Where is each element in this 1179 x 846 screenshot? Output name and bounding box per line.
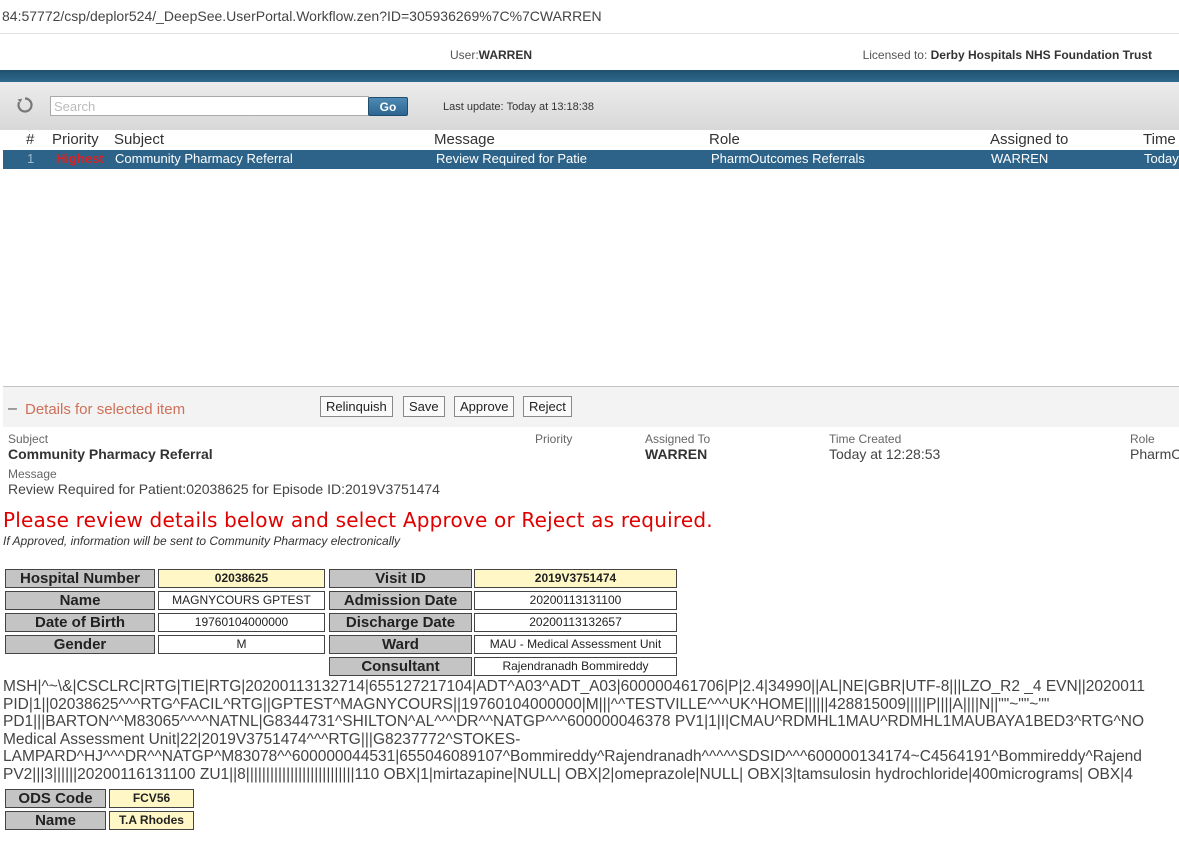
ods-code-value: FCV56 — [109, 789, 194, 808]
worklist-header: # Priority Subject Message Role Assigned… — [0, 130, 1179, 150]
licensed-to: Derby Hospitals NHS Foundation Trust — [930, 48, 1152, 62]
col-assigned-header[interactable]: Assigned to — [990, 131, 1068, 148]
last-update-label: Last update: — [443, 101, 504, 113]
admission-date-label: Admission Date — [329, 591, 472, 610]
row-subject: Community Pharmacy Referral — [115, 151, 293, 166]
hl7-line: LAMPARD^HJ^^^DR^^NATGP^M83078^^600000044… — [3, 748, 1142, 765]
dob-label: Date of Birth — [5, 613, 155, 632]
hospital-number-value: 02038625 — [158, 569, 325, 588]
col-number-header[interactable]: # — [26, 131, 34, 148]
subject-label: Subject — [8, 432, 49, 446]
search-input[interactable] — [50, 96, 369, 116]
row-priority: Highest — [56, 151, 104, 166]
row-message: Review Required for Patie — [436, 151, 588, 166]
hl7-line: PID|1||02038625^^^RTG^FACIL^RTG||GPTEST^… — [3, 695, 1050, 713]
gender-value: M — [158, 635, 325, 654]
priority-label: Priority — [535, 432, 573, 446]
consultant-label: Consultant — [329, 657, 472, 676]
last-update-value: Today at 13:18:38 — [506, 101, 595, 113]
review-instruction: Please review details below and select A… — [3, 508, 713, 532]
save-button[interactable]: Save — [403, 396, 445, 417]
relinquish-button[interactable]: Relinquish — [320, 396, 393, 417]
row-number: 1 — [27, 151, 35, 166]
row-time: Today — [1144, 151, 1179, 166]
worklist-empty-area — [3, 169, 1179, 387]
pharmacy-name-label: Name — [5, 811, 106, 830]
go-button[interactable]: Go — [368, 97, 408, 116]
consultant-value: Rajendranadh Bommireddy — [474, 657, 677, 676]
ward-label: Ward — [329, 635, 472, 654]
admission-date-value: 20200113131100 — [474, 591, 677, 610]
toolbar: Go Last update:Today at 13:18:38 — [0, 82, 1179, 130]
hl7-message-text: MSH|^~\&|CSCLRC|RTG|TIE|RTG|202001131327… — [3, 678, 1179, 783]
assigned-value: WARREN — [645, 446, 708, 462]
hl7-line: MSH|^~\&|CSCLRC|RTG|TIE|RTG|202001131327… — [3, 678, 1145, 695]
approve-button[interactable]: Approve — [454, 396, 515, 417]
hospital-number-label: Hospital Number — [5, 569, 155, 588]
collapse-toggle[interactable]: – — [8, 400, 17, 418]
col-message-header[interactable]: Message — [434, 131, 495, 148]
col-time-header[interactable]: Time — [1143, 131, 1176, 148]
approval-note: If Approved, information will be sent to… — [3, 534, 401, 548]
visit-id-label: Visit ID — [329, 569, 472, 588]
user-label: User: — [450, 48, 479, 62]
address-bar[interactable]: 84:57772/csp/deplor524/_DeepSee.UserPort… — [0, 0, 1179, 34]
hl7-line: Medical Assessment Unit|22|2019V3751474^… — [3, 730, 521, 748]
current-user: User:WARREN — [450, 48, 532, 62]
ods-code-label: ODS Code — [5, 789, 106, 808]
user-bar: User:WARREN Licensed to: Derby Hospitals… — [0, 34, 1179, 70]
hl7-line: PD1|||BARTON^^M83065^^^^NATNL|G8344731^S… — [3, 713, 1145, 730]
pharmacy-name-value: T.A Rhodes — [109, 811, 194, 830]
dob-value: 19760104000000 — [158, 613, 325, 632]
subject-value: Community Pharmacy Referral — [8, 446, 213, 462]
hl7-line: PV2|||3||||||20200116131100 ZU1||8||||||… — [3, 765, 1133, 783]
row-assigned: WARREN — [991, 151, 1049, 166]
details-title: Details for selected item — [25, 401, 186, 418]
col-priority-header[interactable]: Priority — [52, 131, 99, 148]
header-band — [0, 70, 1179, 82]
discharge-date-label: Discharge Date — [329, 613, 472, 632]
reject-button[interactable]: Reject — [523, 396, 572, 417]
discharge-date-value: 20200113132657 — [474, 613, 677, 632]
row-role: PharmOutcomes Referrals — [711, 151, 865, 166]
role-label: Role — [1130, 432, 1155, 446]
visit-id-value: 2019V3751474 — [474, 569, 677, 588]
user-name: WARREN — [478, 48, 533, 62]
time-created-label: Time Created — [829, 432, 902, 446]
table-row[interactable]: 1 Highest Community Pharmacy Referral Re… — [3, 150, 1179, 169]
licensed-label: Licensed to: — [862, 48, 928, 62]
role-value: PharmC — [1130, 446, 1179, 462]
details-header: – Details for selected item Relinquish S… — [3, 387, 1179, 427]
name-label: Name — [5, 591, 155, 610]
gender-label: Gender — [5, 635, 155, 654]
message-value: Review Required for Patient:02038625 for… — [8, 481, 440, 497]
ward-value: MAU - Medical Assessment Unit — [474, 635, 677, 654]
assigned-label: Assigned To — [645, 432, 711, 446]
url-text[interactable]: 84:57772/csp/deplor524/_DeepSee.UserPort… — [2, 8, 602, 24]
message-label: Message — [8, 467, 57, 481]
license-info: Licensed to: Derby Hospitals NHS Foundat… — [863, 48, 1152, 62]
col-subject-header[interactable]: Subject — [114, 131, 164, 148]
last-update: Last update: Today at 13:18:38 — [443, 101, 594, 113]
col-role-header[interactable]: Role — [709, 131, 740, 148]
name-value: MAGNYCOURS GPTEST — [158, 591, 325, 610]
refresh-icon[interactable] — [16, 96, 34, 114]
time-created-value: Today at 12:28:53 — [829, 446, 941, 462]
